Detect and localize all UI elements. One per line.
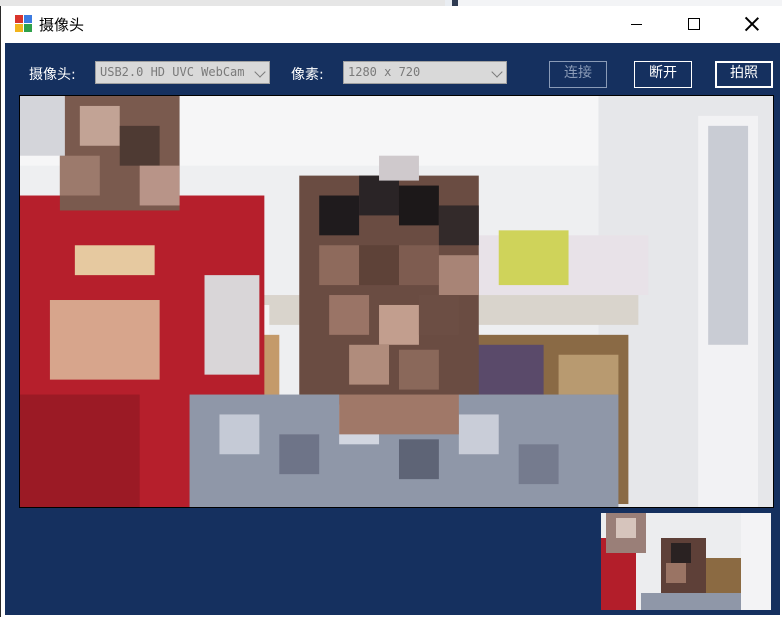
close-icon (745, 17, 759, 31)
camera-preview[interactable] (19, 95, 774, 508)
minimize-button[interactable] (607, 6, 665, 42)
title-bar[interactable]: 摄像头 (1, 6, 782, 42)
camera-feed-image (20, 96, 773, 507)
resolution-select-value: 1280 x 720 (348, 65, 421, 79)
captured-photo-image (601, 513, 771, 610)
camera-select-value: USB2.0 HD UVC WebCam (100, 65, 245, 79)
client-area: 摄像头: USB2.0 HD UVC WebCam 像素: 1280 x 720… (5, 43, 780, 615)
camera-select[interactable]: USB2.0 HD UVC WebCam (95, 61, 270, 84)
camera-label: 摄像头: (29, 67, 76, 83)
close-button[interactable] (723, 6, 781, 42)
disconnect-button[interactable]: 断开 (634, 61, 692, 88)
capture-thumbnail[interactable] (601, 513, 771, 610)
chevron-down-icon (491, 66, 503, 78)
minimize-icon (630, 23, 642, 25)
chevron-down-icon (254, 66, 266, 78)
resolution-select[interactable]: 1280 x 720 (343, 61, 507, 84)
capture-button[interactable]: 拍照 (715, 61, 773, 88)
camera-window: 摄像头 摄像头: USB2.0 HD UVC WebCam 像素: 1280 x… (0, 6, 782, 617)
window-title: 摄像头 (39, 16, 85, 34)
maximize-icon (688, 18, 700, 30)
resolution-label: 像素: (291, 67, 324, 83)
camera-app-icon (15, 15, 33, 33)
maximize-button[interactable] (665, 6, 723, 42)
connect-button[interactable]: 连接 (549, 61, 607, 88)
